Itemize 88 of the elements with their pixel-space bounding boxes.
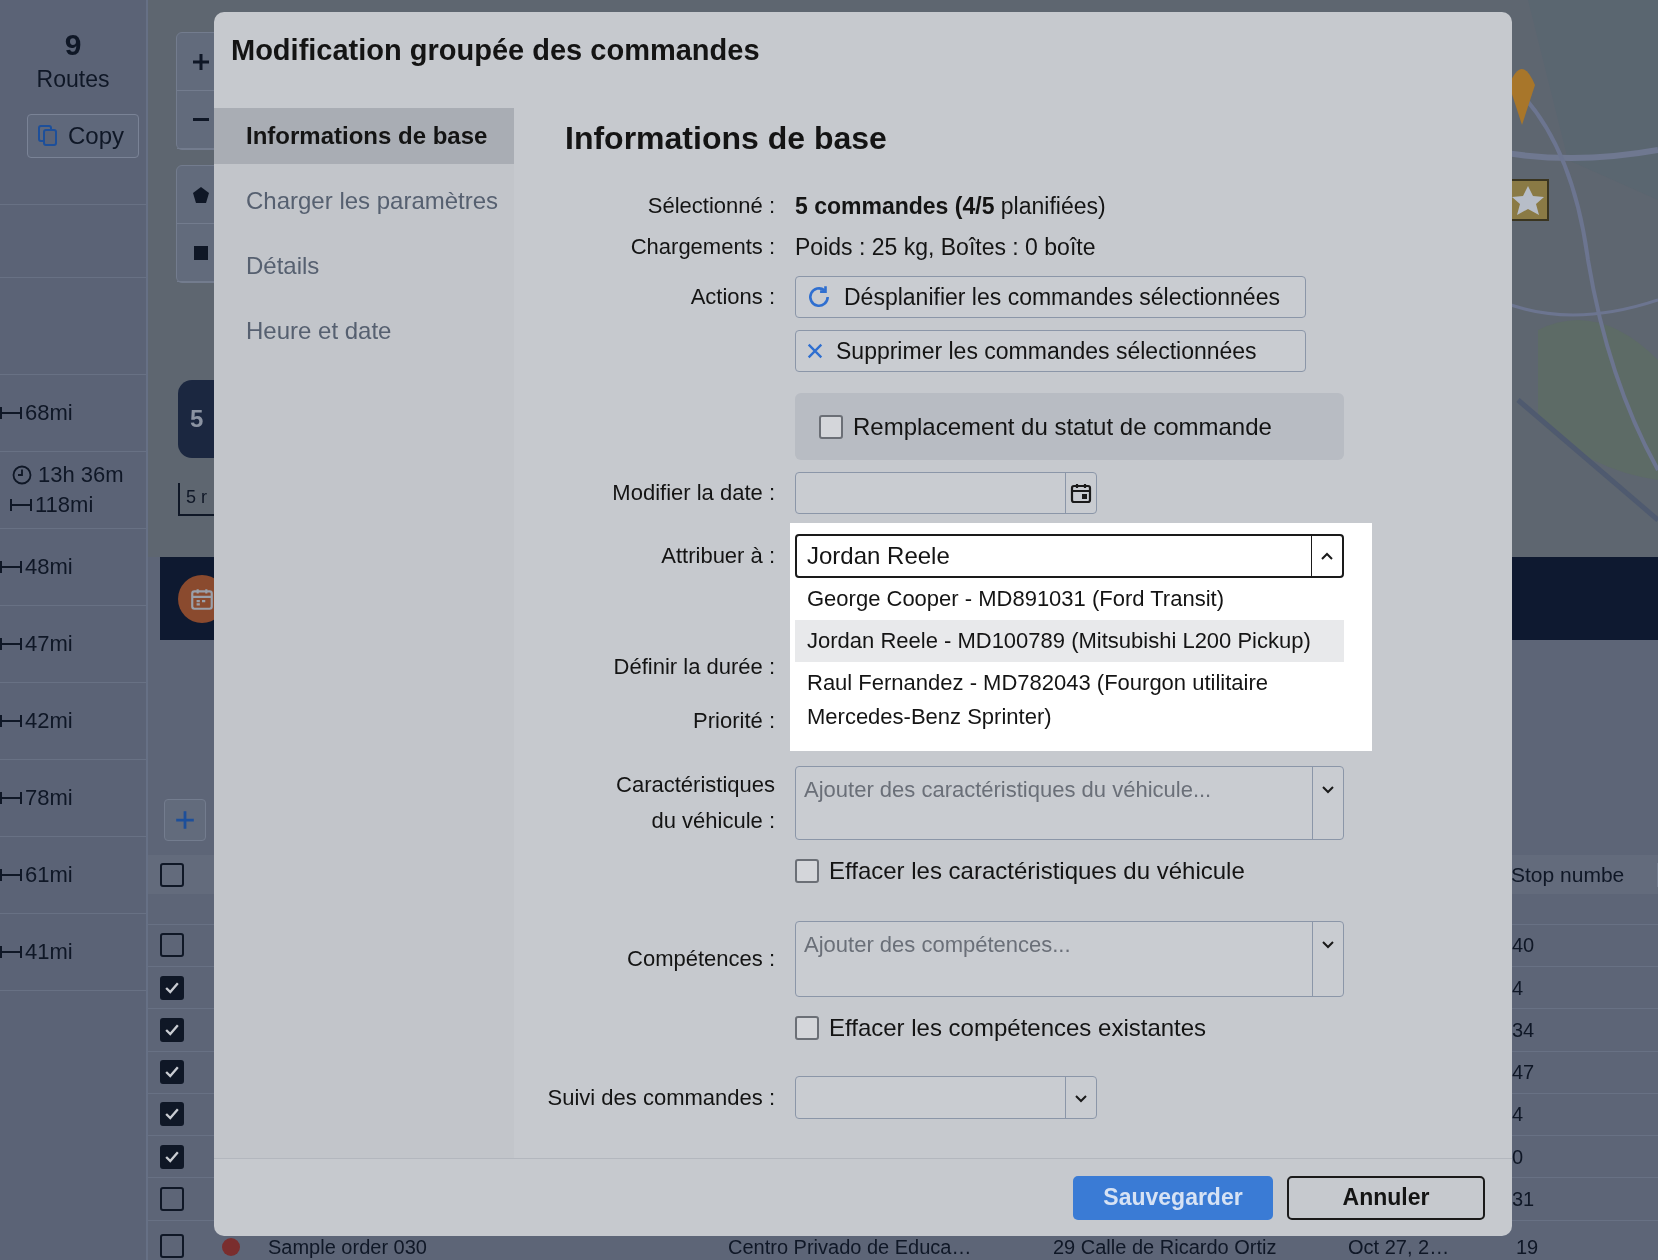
select-all-checkbox[interactable] (160, 862, 184, 887)
routes-label: Routes (36, 65, 110, 94)
stop-number-cell-text: 47 (1511, 1061, 1536, 1084)
row-checkbox[interactable] (160, 1144, 184, 1169)
add-button[interactable] (164, 799, 206, 841)
stop-number-cell-text: 40 (1511, 934, 1536, 957)
stop-number-cell-text: 4 (1511, 1103, 1525, 1126)
field-label: Modifier la date : (611, 480, 775, 506)
field-label: Priorité : (692, 708, 775, 734)
row-checkbox[interactable] (160, 933, 184, 958)
calendar-icon (1069, 481, 1093, 505)
date-field[interactable] (795, 472, 1097, 514)
route-duration: 13h 36m (38, 462, 124, 488)
pentagon-icon (191, 184, 211, 205)
delete-button[interactable]: Supprimer les commandes sélectionnées (795, 330, 1306, 372)
field-label: Définir la durée : (612, 654, 775, 680)
place-cell-text: Centro Privado de Educa… (728, 1236, 973, 1258)
checkbox[interactable] (795, 859, 819, 883)
route-distance: 48mi (25, 554, 73, 580)
stop-number-cell-text: 31 (1511, 1188, 1536, 1210)
address-cell-text: 29 Calle de Ricardo Ortiz (1053, 1236, 1278, 1258)
check-icon (165, 1023, 179, 1036)
date-cell-text: Oct 27, 2… (1348, 1236, 1451, 1258)
row-checkbox[interactable] (160, 975, 184, 1000)
stop-number-cell-text: 0 (1511, 1145, 1525, 1168)
route-distance: 118mi (35, 492, 94, 518)
refresh-icon (806, 284, 832, 310)
unplan-button[interactable]: Désplanifier les commandes sélectionnées (795, 276, 1306, 318)
checkbox[interactable] (795, 1016, 819, 1040)
selected-summary: 5 commandes (4/5 planifiées) (795, 192, 1106, 220)
clear-features-checkbox[interactable]: Effacer les caractéristiques du véhicule (795, 857, 1245, 885)
distance-icon (10, 498, 32, 512)
sidebar-item[interactable]: Charger les paramètres (214, 173, 514, 229)
status-override-checkbox[interactable]: Remplacement du statut de commande (819, 412, 1272, 441)
route-distance: 47mi (25, 631, 73, 657)
check-icon (165, 1066, 179, 1079)
field-label: Chargements : (629, 234, 775, 260)
field-label: Caractéristiques du véhicule : (615, 771, 775, 835)
checkbox[interactable] (819, 414, 843, 439)
plus-icon (174, 809, 196, 831)
dropdown-option[interactable]: Raul Fernandez - MD782043 (Fourgon utilitaire Mercedes-Benz Sprinter) (795, 662, 1344, 738)
distance-icon (0, 406, 22, 420)
distance-icon (0, 714, 22, 728)
tracking-select[interactable] (795, 1076, 1097, 1119)
stop-number-cell-text: 34 (1511, 1018, 1536, 1041)
dialog-title: Modification groupée des commandes (230, 33, 761, 68)
route-distance: 68mi (25, 400, 73, 426)
close-icon (806, 342, 824, 360)
row-checkbox[interactable] (160, 1187, 184, 1211)
field-label: Attribuer à : (660, 543, 775, 569)
dropdown-option[interactable]: Jordan Reele - MD100789 (Mitsubishi L200 Pickup) (795, 620, 1344, 662)
stop-number-cell-text: 4 (1511, 976, 1525, 999)
dropdown-option[interactable]: George Cooper - MD891031 (Ford Transit) (795, 578, 1344, 620)
minus-icon (191, 118, 211, 121)
field-label: Compétences : (626, 946, 775, 972)
clock-icon (12, 465, 32, 485)
route-distance: 78mi (25, 785, 73, 811)
route-count: 9 (64, 28, 82, 62)
distance-icon (0, 945, 22, 959)
cancel-button[interactable]: Annuler (1287, 1175, 1485, 1220)
row-checkbox[interactable] (160, 1017, 184, 1042)
copy-icon (38, 125, 58, 147)
driver-select[interactable]: Jordan Reele (795, 534, 1344, 578)
row-checkbox[interactable] (160, 1234, 184, 1258)
distance-icon (0, 637, 22, 651)
plus-icon (191, 51, 211, 72)
field-label: Suivi des commandes : (546, 1084, 775, 1111)
sidebar-item[interactable]: Détails (214, 238, 514, 294)
route-distance: 42mi (25, 708, 73, 734)
check-icon (165, 1108, 179, 1121)
field-label: Actions : (689, 284, 775, 310)
stop-number-cell-text: 19 (1515, 1236, 1540, 1258)
route-distance: 61mi (25, 862, 73, 888)
check-icon (165, 1150, 179, 1163)
sidebar-item[interactable]: Heure et date (214, 303, 514, 359)
distance-icon (0, 791, 22, 805)
field-label: Sélectionné : (646, 193, 775, 219)
route-distance: 41mi (25, 939, 73, 965)
check-icon (165, 981, 179, 994)
distance-icon (0, 560, 22, 574)
sidebar-item[interactable]: Informations de base (214, 108, 514, 164)
order-name: Sample order 030 (268, 1236, 428, 1258)
row-checkbox[interactable] (160, 1060, 184, 1085)
section-heading: Informations de base (564, 118, 888, 158)
loads-summary: Poids : 25 kg, Boîtes : 0 boîte (795, 233, 1096, 261)
distance-icon (0, 868, 22, 882)
clear-skills-checkbox[interactable]: Effacer les compétences existantes (795, 1014, 1207, 1042)
row-checkbox[interactable] (160, 1102, 184, 1127)
